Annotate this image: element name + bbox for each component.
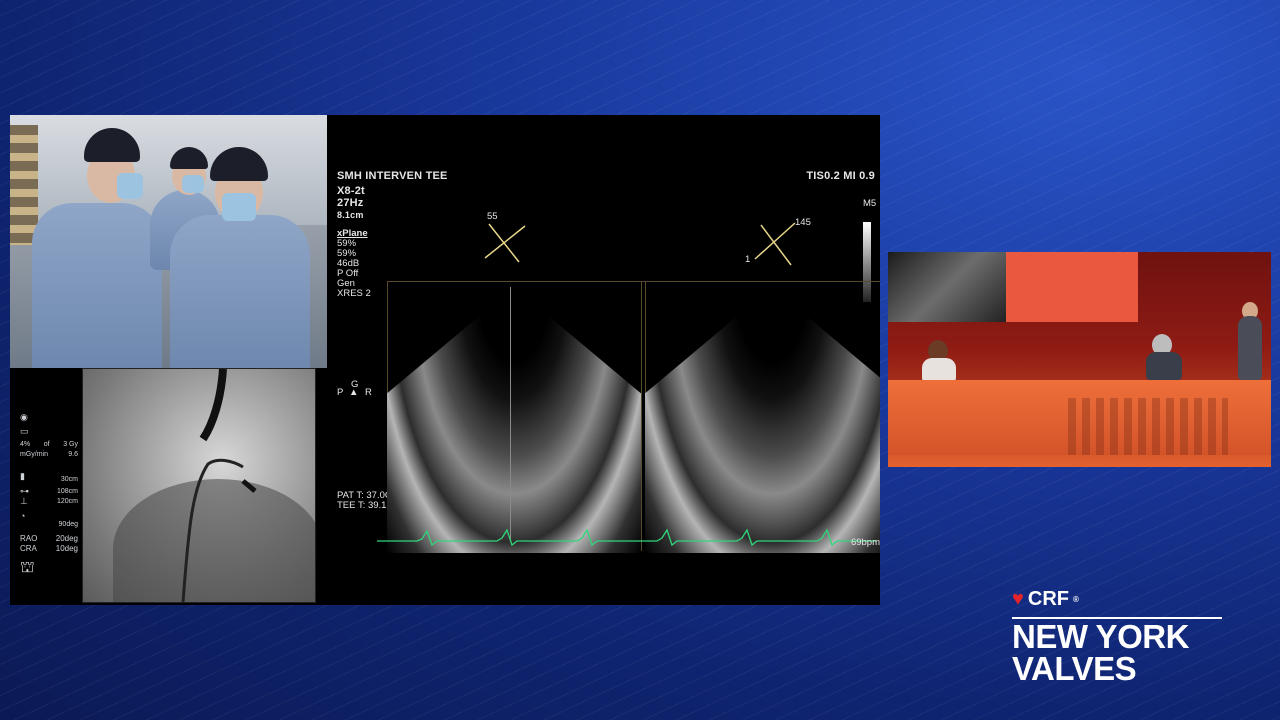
dose-gy: 3 Gy	[63, 441, 78, 448]
dose-rate-value: 9.6	[68, 451, 78, 458]
fluoroscopy-image	[82, 368, 316, 603]
angle-right-small: 1	[745, 254, 751, 265]
c-arm-icon: ⛫	[20, 559, 35, 576]
panel-studio-video	[888, 252, 1271, 467]
rotation-angle: 90deg	[58, 521, 78, 528]
distance-1: 30cm	[60, 476, 78, 483]
table-height-icon: ⊥	[20, 496, 28, 506]
setting-6: XRES 2	[337, 288, 371, 299]
distance-3: 120cm	[56, 498, 78, 505]
plane-angle-left-icon	[484, 223, 526, 263]
operating-room-video	[10, 115, 327, 368]
event-title-line2: VALVES	[1012, 650, 1137, 687]
registered-mark: ®	[1072, 595, 1079, 604]
eye-icon: ◉	[20, 412, 28, 422]
ecg-trace	[377, 528, 877, 547]
tee-temp: TEE T: 39.1C	[337, 500, 394, 511]
surgeon-left	[32, 123, 162, 368]
procedure-feed: ◉ ▭ 4% of 3 Gy mGy/min 9.6 ▮ 30cm ⊶ 108cm…	[10, 115, 880, 605]
echo-framerate: 27Hz	[337, 197, 364, 209]
skyline-graphic	[1068, 398, 1228, 455]
fluoro-status-panel: ◉ ▭ 4% of 3 Gy mGy/min 9.6 ▮ 30cm ⊶ 108cm…	[10, 368, 82, 605]
org-name: CRF	[1027, 588, 1069, 610]
angle-right: 145	[795, 217, 811, 228]
echo-probe: X8-2t	[337, 185, 365, 197]
echo-depth: 8.1cm	[337, 210, 364, 220]
panel-table	[888, 380, 1271, 455]
scale-label: M5	[863, 198, 877, 209]
angle-left: 55	[487, 211, 498, 222]
dose-of: of	[43, 441, 50, 448]
rotation-icon: ◔	[20, 511, 26, 521]
heart-icon: ♥	[1012, 588, 1024, 610]
grayscale-bar	[863, 222, 871, 302]
rao-value: 20deg	[55, 534, 78, 543]
rao-label: RAO	[20, 534, 38, 543]
dose-rate-unit: mGy/min	[20, 451, 48, 458]
dose-bar-icon: ▭	[20, 426, 29, 436]
echo-header-right: TIS0.2 MI 0.9	[806, 170, 875, 182]
cursor-line	[510, 287, 511, 542]
event-logo: ♥ CRF ® NEW YORK VALVES	[1012, 588, 1222, 685]
echo-header-left: SMH INTERVEN TEE	[337, 170, 448, 182]
studio-screen	[888, 252, 1138, 322]
catheter-shape	[181, 369, 257, 602]
echocardiogram-display: SMH INTERVEN TEE TIS0.2 MI 0.9 X8-2t 27H…	[327, 115, 880, 605]
echo-sector-left	[387, 287, 641, 553]
cra-value: 10deg	[55, 544, 78, 553]
surgeon-right	[170, 145, 320, 368]
cra-label: CRA	[20, 544, 37, 553]
dose-percent: 4%	[20, 441, 31, 448]
echo-sector-right	[645, 287, 880, 553]
orientation-icon: ▲	[349, 387, 359, 398]
distance-2: 108cm	[56, 488, 78, 495]
event-title-line1: NEW YORK	[1012, 618, 1189, 655]
heart-rate: 69bpm	[850, 537, 880, 548]
